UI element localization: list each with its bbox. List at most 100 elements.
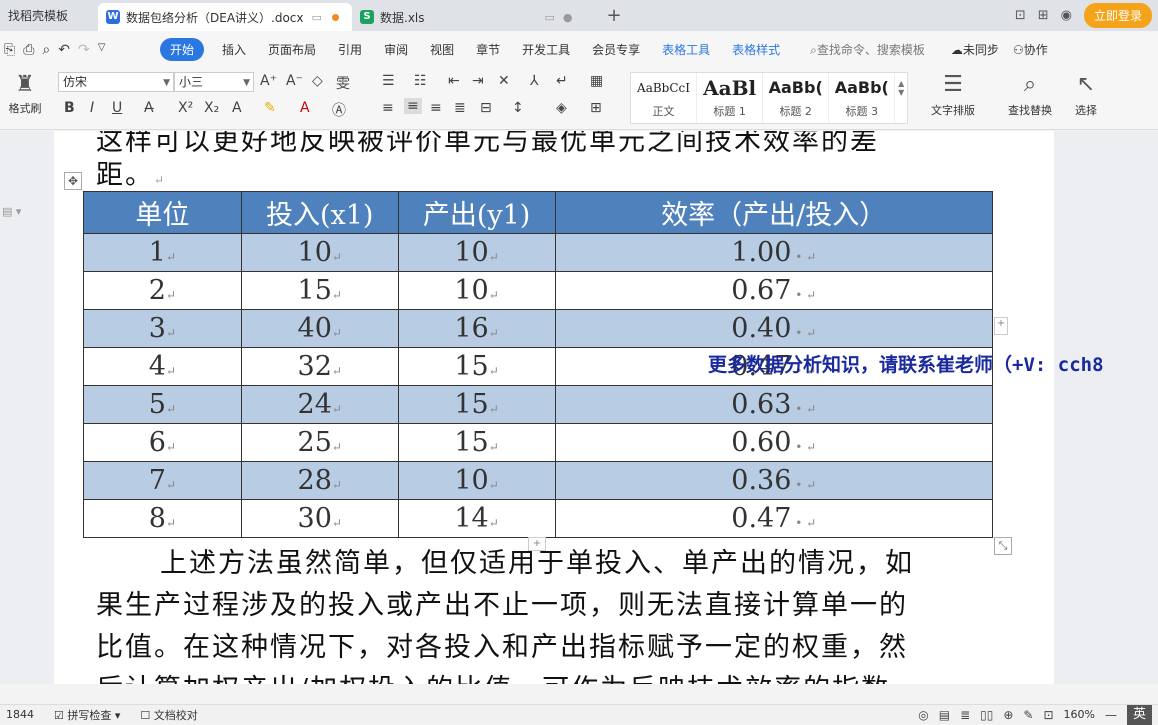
cell-unit[interactable]: 2↵ bbox=[83, 271, 242, 310]
align-center-icon[interactable]: ≡ bbox=[404, 98, 422, 114]
tab-close-dot-icon[interactable]: ● bbox=[563, 11, 573, 24]
cell-input[interactable]: 24↵ bbox=[240, 385, 399, 424]
cell-output[interactable]: 10↵ bbox=[397, 271, 556, 310]
cell-output[interactable]: 15↵ bbox=[397, 423, 556, 462]
menu-view[interactable]: 视图 bbox=[430, 41, 454, 58]
superscript-icon[interactable]: X² bbox=[178, 100, 193, 116]
cell-efficiency[interactable]: 0.40 • ↵ bbox=[554, 309, 993, 348]
subscript-icon[interactable]: X₂ bbox=[204, 100, 219, 116]
eye-protect-icon[interactable]: ◎ bbox=[918, 708, 928, 722]
header-unit[interactable]: 单位 bbox=[83, 191, 242, 234]
undo-icon[interactable]: ↶ bbox=[58, 42, 70, 58]
zoom-level[interactable]: 160% bbox=[1064, 708, 1095, 721]
nav-pane-icon[interactable]: ▤ ▾ bbox=[2, 205, 21, 218]
bullet-list-icon[interactable]: ☰ bbox=[382, 73, 395, 89]
table-resize-icon[interactable]: ⤡ bbox=[994, 537, 1012, 555]
cell-unit[interactable]: 3↵ bbox=[83, 309, 242, 348]
style-heading-3[interactable]: AaBb(标题 3 bbox=[829, 73, 896, 123]
apps-grid-icon[interactable]: ⊞ bbox=[1038, 8, 1049, 23]
justify-icon[interactable]: ≣ bbox=[454, 100, 466, 116]
restore-window-icon[interactable]: ▭ bbox=[545, 11, 555, 24]
phonetic-icon[interactable]: 雯 bbox=[336, 73, 350, 93]
chinese-layout-icon[interactable]: ✕ bbox=[498, 73, 510, 89]
spell-check-button[interactable]: ☑ 拼写检查 ▾ bbox=[54, 707, 120, 723]
select-button[interactable]: ↖ 选择 bbox=[1066, 72, 1106, 118]
char-border-icon[interactable]: Ⓐ bbox=[332, 100, 346, 120]
cell-output[interactable]: 16↵ bbox=[397, 309, 556, 348]
cell-output[interactable]: 10↵ bbox=[397, 233, 556, 272]
cell-output[interactable]: 15↵ bbox=[397, 347, 556, 386]
header-input[interactable]: 投入(x1) bbox=[240, 191, 399, 234]
line-spacing-icon[interactable]: ↕ bbox=[512, 100, 524, 116]
style-heading-2[interactable]: AaBb(标题 2 bbox=[763, 73, 830, 123]
cell-unit[interactable]: 7↵ bbox=[83, 461, 242, 500]
print-icon[interactable]: ⎙ bbox=[23, 42, 34, 58]
italic-icon[interactable]: I bbox=[90, 100, 94, 116]
command-search[interactable]: ⌕查找命令、搜索模板 bbox=[810, 41, 925, 58]
redo-icon[interactable]: ↷ bbox=[78, 42, 90, 58]
layout-toggle-icon[interactable]: ⊡ bbox=[1015, 8, 1026, 23]
cell-input[interactable]: 30↵ bbox=[240, 499, 399, 538]
show-marks-icon[interactable]: ↵ bbox=[556, 73, 568, 89]
cell-efficiency[interactable]: 1.00 • ↵ bbox=[554, 233, 993, 272]
cell-efficiency[interactable]: 0.67 • ↵ bbox=[554, 271, 993, 310]
header-efficiency[interactable]: 效率（产出/投入） bbox=[554, 191, 993, 234]
new-tab-plus-icon[interactable]: + bbox=[596, 0, 632, 31]
save-icon[interactable]: ⎘ bbox=[4, 42, 15, 58]
menu-table-style[interactable]: 表格样式 bbox=[732, 41, 780, 58]
menu-developer[interactable]: 开发工具 bbox=[522, 41, 570, 58]
cell-output[interactable]: 14↵ bbox=[397, 499, 556, 538]
cell-output[interactable]: 10↵ bbox=[397, 461, 556, 500]
cell-efficiency[interactable]: 0.63 • ↵ bbox=[554, 385, 993, 424]
menu-home[interactable]: 开始 bbox=[160, 38, 205, 61]
cell-unit[interactable]: 6↵ bbox=[83, 423, 242, 462]
header-output[interactable]: 产出(y1) bbox=[397, 191, 556, 234]
increase-font-icon[interactable]: A⁺ bbox=[260, 73, 277, 89]
font-size-select[interactable]: 小三 ▼ bbox=[174, 72, 254, 92]
distribute-icon[interactable]: ⊟ bbox=[480, 100, 492, 116]
cell-unit[interactable]: 4↵ bbox=[83, 347, 242, 386]
align-right-icon[interactable]: ≡ bbox=[430, 100, 442, 116]
menu-table-tools[interactable]: 表格工具 bbox=[662, 41, 710, 58]
table-style-icon[interactable]: ▦ bbox=[590, 73, 603, 89]
style-heading-1[interactable]: AaBl 标题 1 bbox=[697, 73, 764, 123]
collaborate-button[interactable]: ⚇协作 bbox=[1013, 41, 1048, 58]
styles-scroll[interactable]: ▲ ▼ bbox=[895, 73, 907, 123]
find-replace-button[interactable]: ⌕ 查找替换 bbox=[1000, 72, 1060, 118]
cell-unit[interactable]: 1↵ bbox=[83, 233, 242, 272]
document-area[interactable]: 这样可以更好地反映被评价单元与最优单元之间技术效率的差 距。↵ ✥ ▤ ▾ 单位… bbox=[0, 131, 1158, 684]
cell-efficiency[interactable]: 0.36 • ↵ bbox=[554, 461, 993, 500]
add-column-icon[interactable]: + bbox=[994, 317, 1008, 335]
chevron-up-icon[interactable]: ▲ bbox=[898, 79, 904, 88]
clear-format-icon[interactable]: ◇ bbox=[312, 73, 323, 89]
menu-insert[interactable]: 插入 bbox=[222, 41, 246, 58]
user-avatar-icon[interactable]: ◉ bbox=[1061, 8, 1072, 23]
chevron-down-icon[interactable]: ▼ bbox=[898, 88, 904, 97]
font-name-select[interactable]: 仿宋 ▼ bbox=[58, 72, 174, 92]
strikethrough-icon[interactable]: A̶ bbox=[144, 100, 154, 116]
reading-view-icon[interactable]: ▯▯ bbox=[980, 708, 993, 722]
text-layout-button[interactable]: ☰ 文字排版 bbox=[920, 72, 986, 118]
cell-unit[interactable]: 8↵ bbox=[83, 499, 242, 538]
text-effect-icon[interactable]: A bbox=[232, 100, 242, 116]
decrease-indent-icon[interactable]: ⇤ bbox=[448, 73, 460, 89]
format-brush-button[interactable]: ♜ 格式刷 bbox=[4, 72, 46, 116]
menu-page-layout[interactable]: 页面布局 bbox=[268, 41, 316, 58]
table-move-handle-icon[interactable]: ✥ bbox=[64, 172, 82, 190]
ime-indicator[interactable]: 英 bbox=[1126, 704, 1152, 725]
tab-docx[interactable]: W 数据包络分析（DEA讲义）.docx ▭ bbox=[98, 3, 352, 31]
numbered-list-icon[interactable]: ☷ bbox=[414, 73, 427, 89]
fit-page-icon[interactable]: ⊡ bbox=[1043, 708, 1053, 722]
cell-efficiency[interactable]: 0.60 • ↵ bbox=[554, 423, 993, 462]
cell-input[interactable]: 25↵ bbox=[240, 423, 399, 462]
cell-output[interactable]: 15↵ bbox=[397, 385, 556, 424]
menu-chapter[interactable]: 章节 bbox=[476, 41, 500, 58]
outline-view-icon[interactable]: ≣ bbox=[960, 708, 970, 722]
page-view-icon[interactable]: ▤ bbox=[939, 708, 950, 722]
cell-unit[interactable]: 5↵ bbox=[83, 385, 242, 424]
tab-xls[interactable]: S 数据.xls ▭ ● bbox=[352, 3, 596, 31]
highlight-icon[interactable]: ✎ bbox=[264, 100, 276, 116]
web-view-icon[interactable]: ⊕ bbox=[1003, 708, 1013, 722]
pen-icon[interactable]: ✎ bbox=[1023, 708, 1033, 722]
cell-input[interactable]: 15↵ bbox=[240, 271, 399, 310]
